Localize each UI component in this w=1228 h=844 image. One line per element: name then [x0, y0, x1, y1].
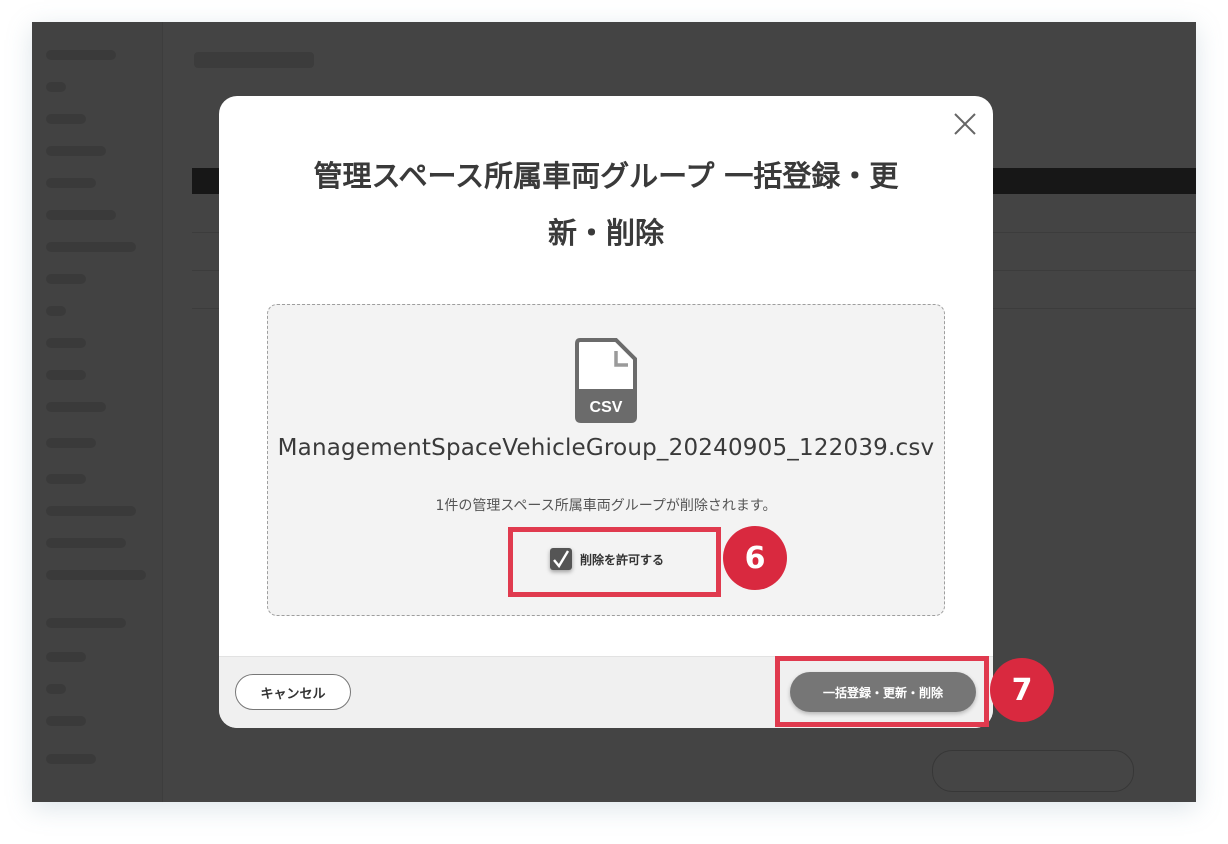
csv-icon-label: CSV — [590, 399, 623, 416]
modal-title: 管理スペース所属車両グループ 一括登録・更 新・削除 — [259, 148, 953, 262]
bulk-import-modal: 管理スペース所属車両グループ 一括登録・更 新・削除 CSV Managemen… — [219, 96, 993, 728]
modal-title-line1: 管理スペース所属車両グループ 一括登録・更 — [313, 159, 899, 193]
file-name: ManagementSpaceVehicleGroup_20240905_122… — [277, 435, 935, 461]
app-window: 管理スペース所属車両グループ 一括登録・更 新・削除 CSV Managemen… — [32, 22, 1196, 802]
step7-highlight — [775, 656, 989, 727]
cancel-button[interactable]: キャンセル — [235, 674, 351, 710]
step6-highlight — [508, 527, 721, 597]
csv-file-icon: CSV — [575, 338, 637, 423]
step6-badge: 6 — [723, 526, 787, 590]
modal-title-line2: 新・削除 — [547, 216, 664, 250]
delete-count-message: 1件の管理スペース所属車両グループが削除されます。 — [435, 498, 777, 514]
step7-badge: 7 — [990, 658, 1054, 722]
close-icon[interactable] — [951, 110, 979, 138]
